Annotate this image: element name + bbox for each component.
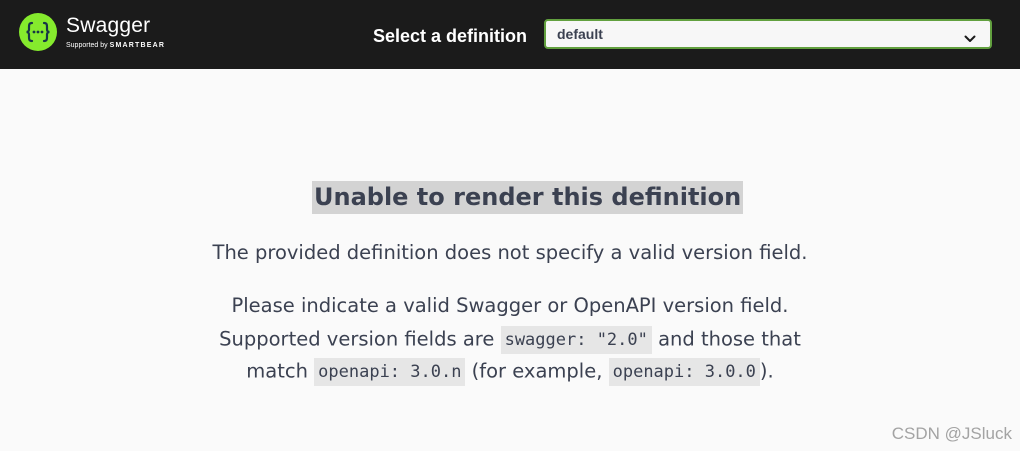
openapi-example-code: openapi: 3.0.0: [608, 358, 760, 386]
error-line-4: match openapi: 3.0.n (for example, opena…: [0, 358, 1020, 386]
error-panel: Unable to render this definition The pro…: [0, 0, 1020, 451]
line3-suffix: and those that: [651, 327, 801, 351]
line4-middle: (for example,: [465, 359, 609, 383]
error-line-2: Please indicate a valid Swagger or OpenA…: [231, 294, 789, 317]
openapi-pattern-code: openapi: 3.0.n: [314, 358, 466, 386]
line4-prefix: match: [246, 359, 315, 383]
page-right-edge: [1020, 0, 1027, 451]
error-line-3: Supported version fields are swagger: "2…: [0, 326, 1020, 354]
line3-prefix: Supported version fields are: [219, 327, 501, 351]
csdn-watermark: CSDN @JSluck: [891, 424, 1012, 443]
line4-suffix: ).: [759, 359, 774, 383]
error-line-1: The provided definition does not specify…: [212, 241, 808, 264]
swagger-version-code: swagger: "2.0": [500, 326, 652, 354]
error-title: Unable to render this definition: [312, 181, 744, 214]
